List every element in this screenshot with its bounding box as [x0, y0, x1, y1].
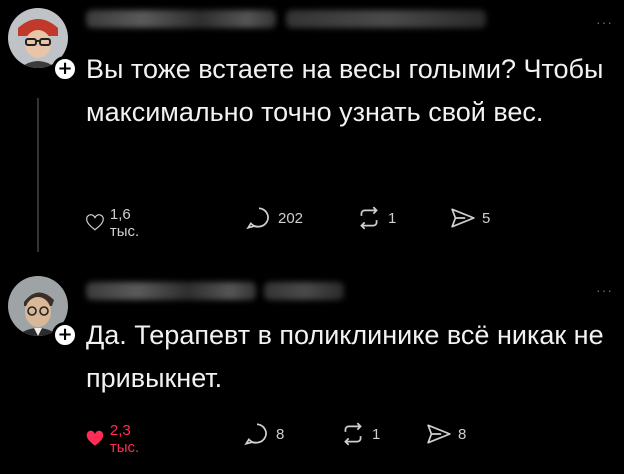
reply-count: 202 — [278, 209, 304, 227]
reply-button[interactable]: 8 — [244, 422, 284, 446]
handle-blurred — [264, 282, 344, 300]
share-icon — [427, 424, 451, 444]
post-2: + ··· Да. Терапевт в поликлинике всё ник… — [0, 262, 624, 474]
like-count: 1,6 тыс. — [109, 206, 140, 240]
repost-count: 1 — [372, 425, 381, 443]
repost-count: 1 — [388, 209, 397, 227]
like-button[interactable]: 1,6 тыс. — [86, 206, 147, 240]
repost-icon — [360, 206, 378, 230]
thread-line — [37, 98, 39, 252]
post-1: + ··· Вы тоже встаете на весы голыми? Чт… — [0, 0, 624, 262]
reply-count: 8 — [276, 425, 285, 443]
like-button[interactable]: 2,3 тыс. — [86, 422, 147, 456]
repost-button[interactable]: 1 — [356, 206, 396, 230]
reply-icon — [246, 207, 269, 230]
heart-filled-icon — [86, 430, 104, 446]
more-icon[interactable]: ··· — [596, 282, 613, 298]
share-button[interactable]: 5 — [450, 206, 490, 230]
repost-button[interactable]: 1 — [340, 422, 380, 446]
username-blurred — [86, 10, 276, 28]
username-blurred — [86, 282, 256, 300]
share-count: 5 — [482, 209, 491, 227]
more-icon[interactable]: ··· — [596, 14, 613, 30]
follow-plus-icon[interactable]: + — [52, 322, 78, 348]
post-text: Вы тоже встаете на весы голыми? Чтобы ма… — [86, 54, 604, 127]
share-icon — [451, 208, 475, 228]
follow-plus-icon[interactable]: + — [52, 56, 78, 82]
share-button[interactable]: 8 — [426, 422, 466, 446]
post-text: Да. Терапевт в поликлинике всё никак не … — [86, 320, 604, 393]
share-count: 8 — [458, 425, 467, 443]
heart-icon — [86, 214, 104, 231]
reply-icon — [244, 423, 267, 446]
reply-button[interactable]: 202 — [246, 206, 303, 230]
handle-blurred — [286, 10, 486, 28]
repost-icon — [344, 422, 362, 446]
like-count: 2,3 тыс. — [109, 422, 140, 456]
